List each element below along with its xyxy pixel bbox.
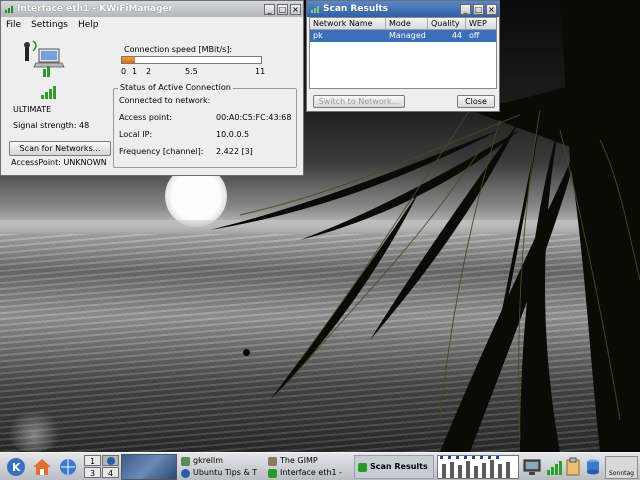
svg-text:K: K [12, 461, 21, 474]
signal-icon [358, 462, 367, 472]
maximize-button[interactable]: □ [277, 3, 288, 15]
access-point-value: 00:A0:C5:FC:43:68 [216, 113, 292, 122]
storage-icon[interactable] [583, 457, 603, 477]
taskbar: K 1 3 4 gkrellm The GIMP Ubuntu Tips & T… [0, 452, 640, 480]
desktop-pager: 1 3 4 [84, 455, 120, 479]
pager-desktop-4[interactable]: 4 [102, 467, 119, 478]
column-header[interactable]: WEP [466, 18, 496, 29]
task-gimp[interactable]: The GIMP [268, 455, 348, 467]
menu-settings[interactable]: Settings [31, 20, 68, 30]
task-scan-results[interactable]: Scan Results [354, 455, 434, 479]
frequency-label: Frequency [channel]: [119, 147, 204, 156]
scan-results-titlebar[interactable]: Scan Results _ □ × [307, 1, 499, 17]
close-button[interactable]: × [486, 3, 497, 15]
network-icon[interactable] [58, 457, 78, 477]
menu-file[interactable]: File [6, 20, 21, 30]
local-ip-value: 10.0.0.5 [216, 130, 250, 139]
signal-strength-label: Signal strength: 48 [13, 121, 90, 130]
task-gkrellm[interactable]: gkrellm [181, 455, 261, 467]
scan-for-networks-button[interactable]: Scan for Networks... [9, 141, 111, 156]
clock[interactable]: Sonntag [605, 456, 638, 479]
speed-tick: 0 [121, 67, 127, 76]
network-name: pk [313, 31, 323, 40]
task-ubuntu-tips[interactable]: Ubuntu Tips & T [181, 467, 261, 479]
group-title: Status of Active Connection [118, 83, 233, 92]
connected-label: Connected to network: [119, 96, 211, 105]
task-label: The GIMP [280, 456, 318, 465]
column-header[interactable]: Mode [386, 18, 428, 29]
local-ip-label: Local IP: [119, 130, 153, 139]
speed-tick: 11 [255, 67, 266, 76]
clipboard-icon[interactable] [563, 457, 583, 477]
access-point-label: Access point: [119, 113, 173, 122]
kwifi-body: ULTIMATE Signal strength: 48 Connection … [1, 33, 303, 189]
speed-tick: 5.5 [185, 67, 198, 76]
connection-speed-fill [122, 57, 135, 63]
column-header[interactable]: Network Name [310, 18, 386, 29]
pager-desktop-2[interactable] [102, 455, 119, 466]
close-button[interactable]: × [290, 3, 301, 15]
desktop-icon[interactable] [6, 410, 62, 452]
signal-bars-icon [41, 86, 56, 99]
network-wep: off [469, 31, 480, 40]
desktop-preview[interactable] [121, 454, 177, 480]
speed-tick: 1 [132, 67, 138, 76]
switch-to-network-button[interactable]: Switch to Network... [313, 95, 405, 108]
active-connection-group: Status of Active Connection Connected to… [113, 83, 297, 168]
app-icon [309, 4, 320, 15]
mouse-cursor [243, 349, 250, 356]
window-title: Interface eth1 - KWiFiManager [17, 4, 173, 14]
pager-desktop-1[interactable]: 1 [84, 455, 101, 466]
browser-icon [181, 468, 190, 478]
speed-ticks: 0 1 2 5.5 11 [121, 67, 266, 77]
gimp-icon [268, 456, 277, 466]
kwifimanager-window: Interface eth1 - KWiFiManager _ □ × File… [0, 0, 304, 176]
network-mode: Managed [389, 31, 426, 40]
maximize-button[interactable]: □ [473, 3, 484, 15]
pager-desktop-3[interactable]: 3 [84, 467, 101, 478]
home-icon[interactable] [32, 457, 52, 477]
signal-icon [268, 468, 277, 478]
column-header[interactable]: Quality [428, 18, 466, 29]
connection-speed-bar [121, 56, 262, 64]
menu-bar: File Settings Help [1, 17, 303, 33]
k-menu-icon[interactable]: K [6, 457, 26, 477]
access-point-status: AccessPoint: UNKNOWN [11, 158, 107, 167]
close-dialog-button[interactable]: Close [457, 95, 495, 108]
minimize-button[interactable]: _ [264, 3, 275, 15]
wifi-tray-icon[interactable] [544, 457, 564, 477]
gkrellm-icon [181, 456, 190, 466]
task-label: gkrellm [193, 456, 223, 465]
globe-icon [106, 457, 115, 465]
connection-speed-label: Connection speed [MBit/s]: [124, 45, 233, 54]
frequency-value: 2.422 [3] [216, 147, 253, 156]
task-label: Interface eth1 - [280, 468, 343, 477]
window-title: Scan Results [323, 4, 388, 14]
signal-quality-label: ULTIMATE [13, 105, 52, 114]
networks-list[interactable]: Network Name Mode Quality WEP pk Managed… [309, 17, 497, 89]
network-quality: 44 [451, 31, 462, 40]
clock-face [606, 457, 637, 470]
network-row[interactable]: pk Managed 44 off [310, 30, 496, 42]
scan-results-window: Scan Results _ □ × Network Name Mode Qua… [306, 0, 500, 112]
task-label: Ubuntu Tips & T [193, 468, 258, 477]
kwifimanager-titlebar[interactable]: Interface eth1 - KWiFiManager _ □ × [1, 1, 303, 17]
app-icon [3, 4, 14, 15]
wireless-laptop-icon [24, 40, 65, 77]
task-kwifimanager[interactable]: Interface eth1 - [268, 467, 348, 479]
speed-tick: 2 [146, 67, 152, 76]
menu-help[interactable]: Help [78, 20, 99, 30]
task-label: Scan Results [370, 462, 428, 471]
list-header: Network Name Mode Quality WEP [310, 18, 496, 30]
minimize-button[interactable]: _ [460, 3, 471, 15]
clock-day: Sonntag [609, 470, 634, 477]
monitor-icon[interactable] [522, 457, 542, 477]
system-monitor-graph[interactable] [437, 455, 519, 479]
